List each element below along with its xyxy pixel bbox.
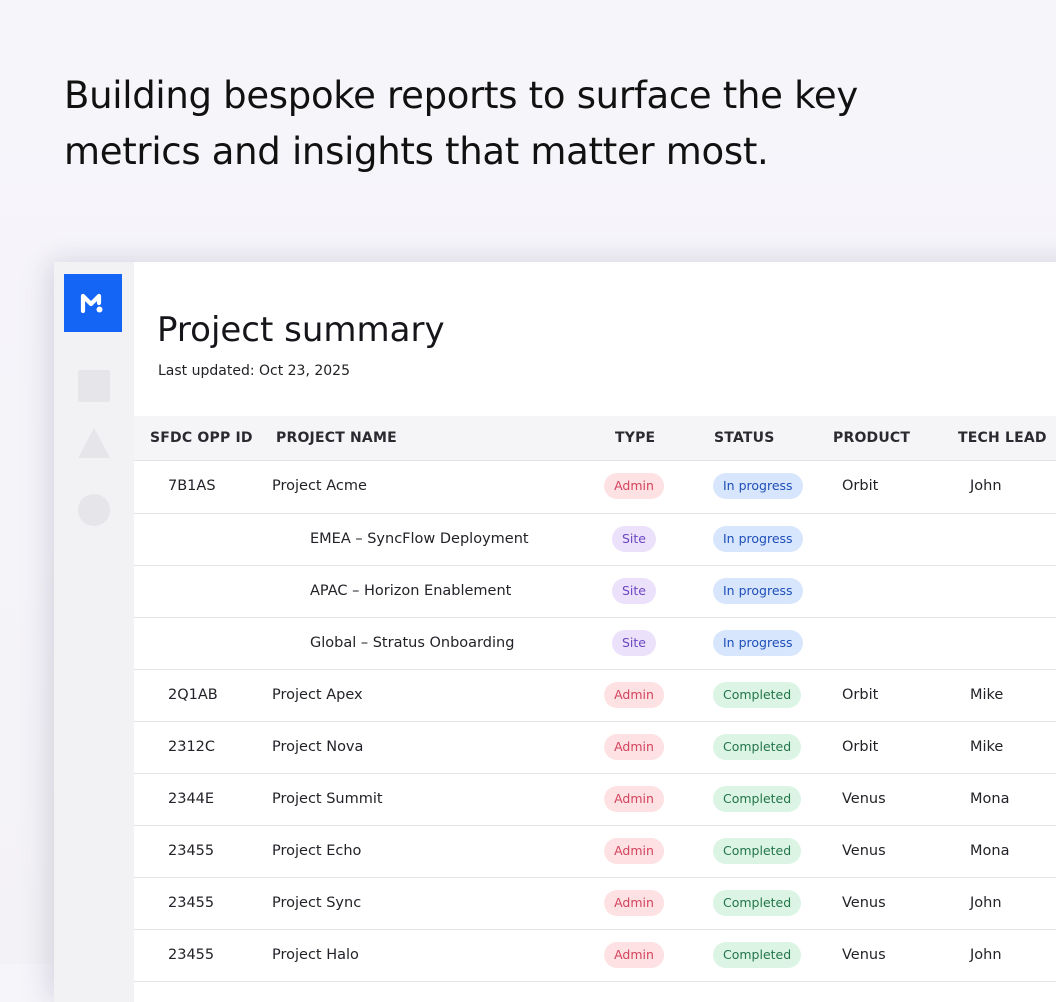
status-badge: Completed — [713, 682, 802, 708]
opp-id-cell: 2Q1AB — [168, 687, 218, 703]
status-badge: Completed — [713, 734, 802, 760]
column-header-project-name[interactable]: PROJECT NAME — [276, 416, 397, 460]
status-badge: In progress — [713, 473, 803, 499]
m-logo-glyph — [80, 293, 103, 314]
table-row[interactable]: 2344E Project Summit Admin Completed Venus Mo… — [134, 774, 1056, 826]
table-row[interactable]: EMEA – SyncFlow Deployment Site In progres… — [134, 514, 1056, 566]
opp-id-cell: 2312C — [168, 739, 216, 755]
table-row[interactable]: 7B1AS Project Acme Admin In progress Orbit Jo… — [134, 461, 1056, 514]
column-divider — [823, 878, 826, 929]
type-badge: Admin — [604, 786, 664, 812]
product-cell: Venus — [842, 791, 886, 807]
column-divider — [823, 930, 826, 981]
opp-id-cell: 2344E — [168, 791, 215, 807]
hero-headline: Building bespoke reports to surface the … — [64, 74, 858, 173]
nav-rail — [54, 262, 134, 1002]
project-name-cell[interactable]: Project Halo — [272, 930, 359, 980]
table-row[interactable]: 23455 Project Halo Admin Completed Venus John — [134, 930, 1056, 982]
product-cell: Orbit — [842, 687, 879, 703]
project-table: SFDC OPP ID PROJECT NAME TYPE STATUS PRO… — [134, 416, 1056, 982]
column-divider — [823, 826, 826, 877]
product-cell: Orbit — [842, 739, 879, 755]
tech-lead-cell: Mona — [970, 791, 1010, 807]
opp-id-cell: 23455 — [168, 843, 215, 859]
product-cell: Venus — [842, 895, 886, 911]
column-divider — [823, 566, 826, 617]
project-name-cell[interactable]: Global – Stratus Onboarding — [310, 618, 514, 668]
column-divider — [823, 774, 826, 825]
table-row[interactable]: 23455 Project Sync Admin Completed Venus John — [134, 878, 1056, 930]
product-cell: Orbit — [842, 478, 879, 494]
tech-lead-cell: Mona — [970, 843, 1010, 859]
type-badge: Admin — [604, 734, 664, 760]
column-divider — [823, 514, 826, 565]
status-badge: Completed — [713, 942, 802, 968]
project-name-cell[interactable]: Project Acme — [272, 461, 367, 511]
project-name-cell[interactable]: APAC – Horizon Enablement — [310, 566, 511, 616]
project-name-cell[interactable]: Project Nova — [272, 722, 363, 772]
tech-lead-cell: John — [970, 895, 1002, 911]
status-badge: Completed — [713, 786, 802, 812]
tech-lead-cell: John — [970, 478, 1002, 494]
column-header-sfdc-opp-id[interactable]: SFDC OPP ID — [150, 416, 253, 460]
column-header-type[interactable]: TYPE — [615, 416, 655, 460]
project-name-cell[interactable]: Project Sync — [272, 878, 361, 928]
product-cell: Venus — [842, 947, 886, 963]
column-divider — [823, 670, 826, 721]
table-body: 7B1AS Project Acme Admin In progress Orbit Jo… — [134, 461, 1056, 982]
circle-icon[interactable] — [78, 494, 110, 526]
column-divider — [823, 618, 826, 669]
table-row[interactable]: 2312C Project Nova Admin Completed Orbit Mike — [134, 722, 1056, 774]
project-name-cell[interactable]: Project Summit — [272, 774, 383, 824]
app-window: Project summary Last updated: Oct 23, 20… — [54, 262, 1056, 1002]
column-divider — [823, 722, 826, 773]
tech-lead-cell: Mike — [970, 739, 1004, 755]
status-badge: In progress — [713, 578, 803, 604]
status-badge: In progress — [713, 526, 803, 552]
table-row[interactable]: 2Q1AB Project Apex Admin Completed Orbit Mike — [134, 670, 1056, 722]
status-badge: In progress — [713, 630, 803, 656]
tech-lead-cell: John — [970, 947, 1002, 963]
type-badge: Site — [612, 630, 656, 656]
last-updated-text: Last updated: Oct 23, 2025 — [158, 363, 350, 379]
column-header-tech-lead[interactable]: TECH LEAD — [958, 416, 1047, 460]
project-name-cell[interactable]: EMEA – SyncFlow Deployment — [310, 514, 529, 564]
table-header: SFDC OPP ID PROJECT NAME TYPE STATUS PRO… — [134, 416, 1056, 461]
m-logo-icon[interactable] — [64, 274, 122, 332]
column-header-status[interactable]: STATUS — [714, 416, 775, 460]
page-title: Project summary — [157, 310, 445, 350]
opp-id-cell: 23455 — [168, 947, 215, 963]
type-badge: Site — [612, 526, 656, 552]
product-cell: Venus — [842, 843, 886, 859]
status-badge: Completed — [713, 838, 802, 864]
opp-id-cell: 7B1AS — [168, 478, 216, 494]
table-row[interactable]: 23455 Project Echo Admin Completed Venus Mona — [134, 826, 1056, 878]
project-name-cell[interactable]: Project Apex — [272, 670, 363, 720]
project-name-cell[interactable]: Project Echo — [272, 826, 361, 876]
column-header-product[interactable]: PRODUCT — [833, 416, 910, 460]
type-badge: Admin — [604, 942, 664, 968]
type-badge: Admin — [604, 473, 664, 499]
table-row[interactable]: APAC – Horizon Enablement Site In progress — [134, 566, 1056, 618]
tech-lead-cell: Mike — [970, 687, 1004, 703]
table-row[interactable]: Global – Stratus Onboarding Site In progre… — [134, 618, 1056, 670]
opp-id-cell: 23455 — [168, 895, 215, 911]
square-icon[interactable] — [78, 370, 110, 402]
main-content: Project summary Last updated: Oct 23, 20… — [134, 262, 1056, 1002]
triangle-icon[interactable] — [78, 428, 110, 458]
type-badge: Site — [612, 578, 656, 604]
type-badge: Admin — [604, 682, 664, 708]
status-badge: Completed — [713, 890, 802, 916]
column-divider — [823, 461, 826, 513]
type-badge: Admin — [604, 838, 664, 864]
type-badge: Admin — [604, 890, 664, 916]
